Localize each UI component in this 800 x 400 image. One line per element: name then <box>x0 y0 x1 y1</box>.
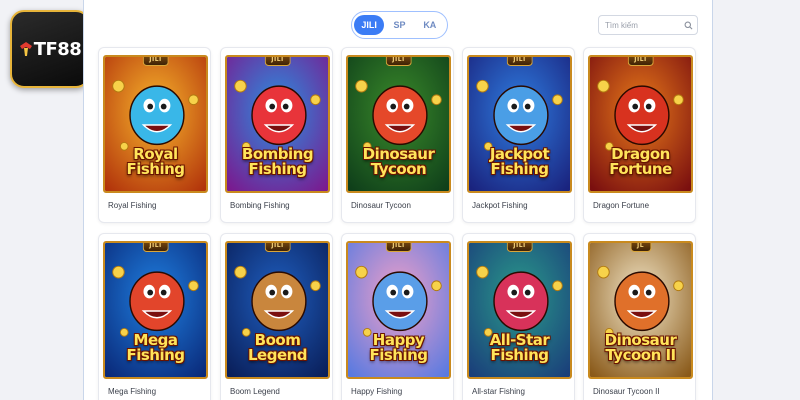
tab-sp[interactable]: SP <box>384 15 414 35</box>
game-art-title: Jackpot Fishing <box>489 145 550 178</box>
game-card[interactable]: JL Dinosaur Tycoon II Dinosaur Tycoon II <box>583 233 696 400</box>
game-name[interactable]: Dinosaur Tycoon <box>351 201 411 210</box>
provider-tabs: JILI SP KA <box>351 11 448 39</box>
game-card[interactable]: JILI Dinosaur Tycoon Dinosaur Tycoon <box>341 47 454 223</box>
game-thumbnail[interactable]: JL Dinosaur Tycoon II <box>588 241 693 379</box>
search-input[interactable] <box>605 20 684 30</box>
game-name[interactable]: All-star Fishing <box>472 387 525 396</box>
provider-badge: JILI <box>385 243 412 252</box>
provider-badge: JILI <box>506 243 533 252</box>
tab-ka[interactable]: KA <box>415 15 445 35</box>
game-card[interactable]: JILI All-Star Fishing All-star Fishing <box>462 233 575 400</box>
provider-badge: JILI <box>142 57 169 66</box>
game-card[interactable]: JILI Mega Fishing Mega Fishing <box>98 233 211 400</box>
logo-emblem-icon <box>19 42 32 56</box>
game-card[interactable]: JILI Boom Legend Boom Legend <box>220 233 333 400</box>
provider-badge: JILI <box>142 243 169 252</box>
game-art-title: Royal Fishing <box>126 145 185 178</box>
game-card[interactable]: JILI Dragon Fortune Dragon Fortune <box>583 47 696 223</box>
game-art-title: Boom Legend <box>247 331 308 364</box>
tab-jili[interactable]: JILI <box>354 15 385 35</box>
game-art-title: Bombing Fishing <box>241 145 314 178</box>
game-name[interactable]: Bombing Fishing <box>230 201 290 210</box>
game-thumbnail[interactable]: JILI Jackpot Fishing <box>467 55 572 193</box>
game-thumbnail[interactable]: JILI Dragon Fortune <box>588 55 693 193</box>
game-name[interactable]: Jackpot Fishing <box>472 201 528 210</box>
game-card[interactable]: JILI Royal Fishing Royal Fishing <box>98 47 211 223</box>
search-icon[interactable] <box>684 21 693 30</box>
game-name[interactable]: Boom Legend <box>230 387 280 396</box>
provider-badge: JILI <box>264 57 291 66</box>
search-box <box>598 15 698 35</box>
game-thumbnail[interactable]: JILI Boom Legend <box>225 241 330 379</box>
game-name[interactable]: Dragon Fortune <box>593 201 649 210</box>
logo-text: TF88 <box>33 38 82 60</box>
game-art-title: Dragon Fortune <box>609 145 672 178</box>
game-lobby-panel: JILI SP KA JILI Royal Fishing Royal Fishin… <box>83 0 713 400</box>
brand-logo[interactable]: TF88 <box>10 10 90 88</box>
game-thumbnail[interactable]: JILI Bombing Fishing <box>225 55 330 193</box>
game-thumbnail[interactable]: JILI Royal Fishing <box>103 55 208 193</box>
game-card[interactable]: JILI Jackpot Fishing Jackpot Fishing <box>462 47 575 223</box>
game-card[interactable]: JILI Bombing Fishing Bombing Fishing <box>220 47 333 223</box>
game-thumbnail[interactable]: JILI All-Star Fishing <box>467 241 572 379</box>
game-card[interactable]: JILI Happy Fishing Happy Fishing <box>341 233 454 400</box>
provider-badge: JILI <box>506 57 533 66</box>
provider-badge: JL <box>629 243 652 252</box>
provider-badge: JILI <box>385 57 412 66</box>
game-name[interactable]: Mega Fishing <box>108 387 156 396</box>
provider-badge: JILI <box>264 243 291 252</box>
game-thumbnail[interactable]: JILI Happy Fishing <box>346 241 451 379</box>
game-art-title: Happy Fishing <box>369 331 428 364</box>
game-art-title: Mega Fishing <box>126 331 185 364</box>
game-thumbnail[interactable]: JILI Mega Fishing <box>103 241 208 379</box>
game-thumbnail[interactable]: JILI Dinosaur Tycoon <box>346 55 451 193</box>
game-name[interactable]: Happy Fishing <box>351 387 402 396</box>
game-name[interactable]: Royal Fishing <box>108 201 156 210</box>
game-art-title: All-Star Fishing <box>489 331 550 364</box>
provider-badge: JILI <box>627 57 654 66</box>
game-art-title: Dinosaur Tycoon II <box>604 331 677 364</box>
game-name[interactable]: Dinosaur Tycoon II <box>593 387 660 396</box>
game-art-title: Dinosaur Tycoon <box>362 145 435 178</box>
